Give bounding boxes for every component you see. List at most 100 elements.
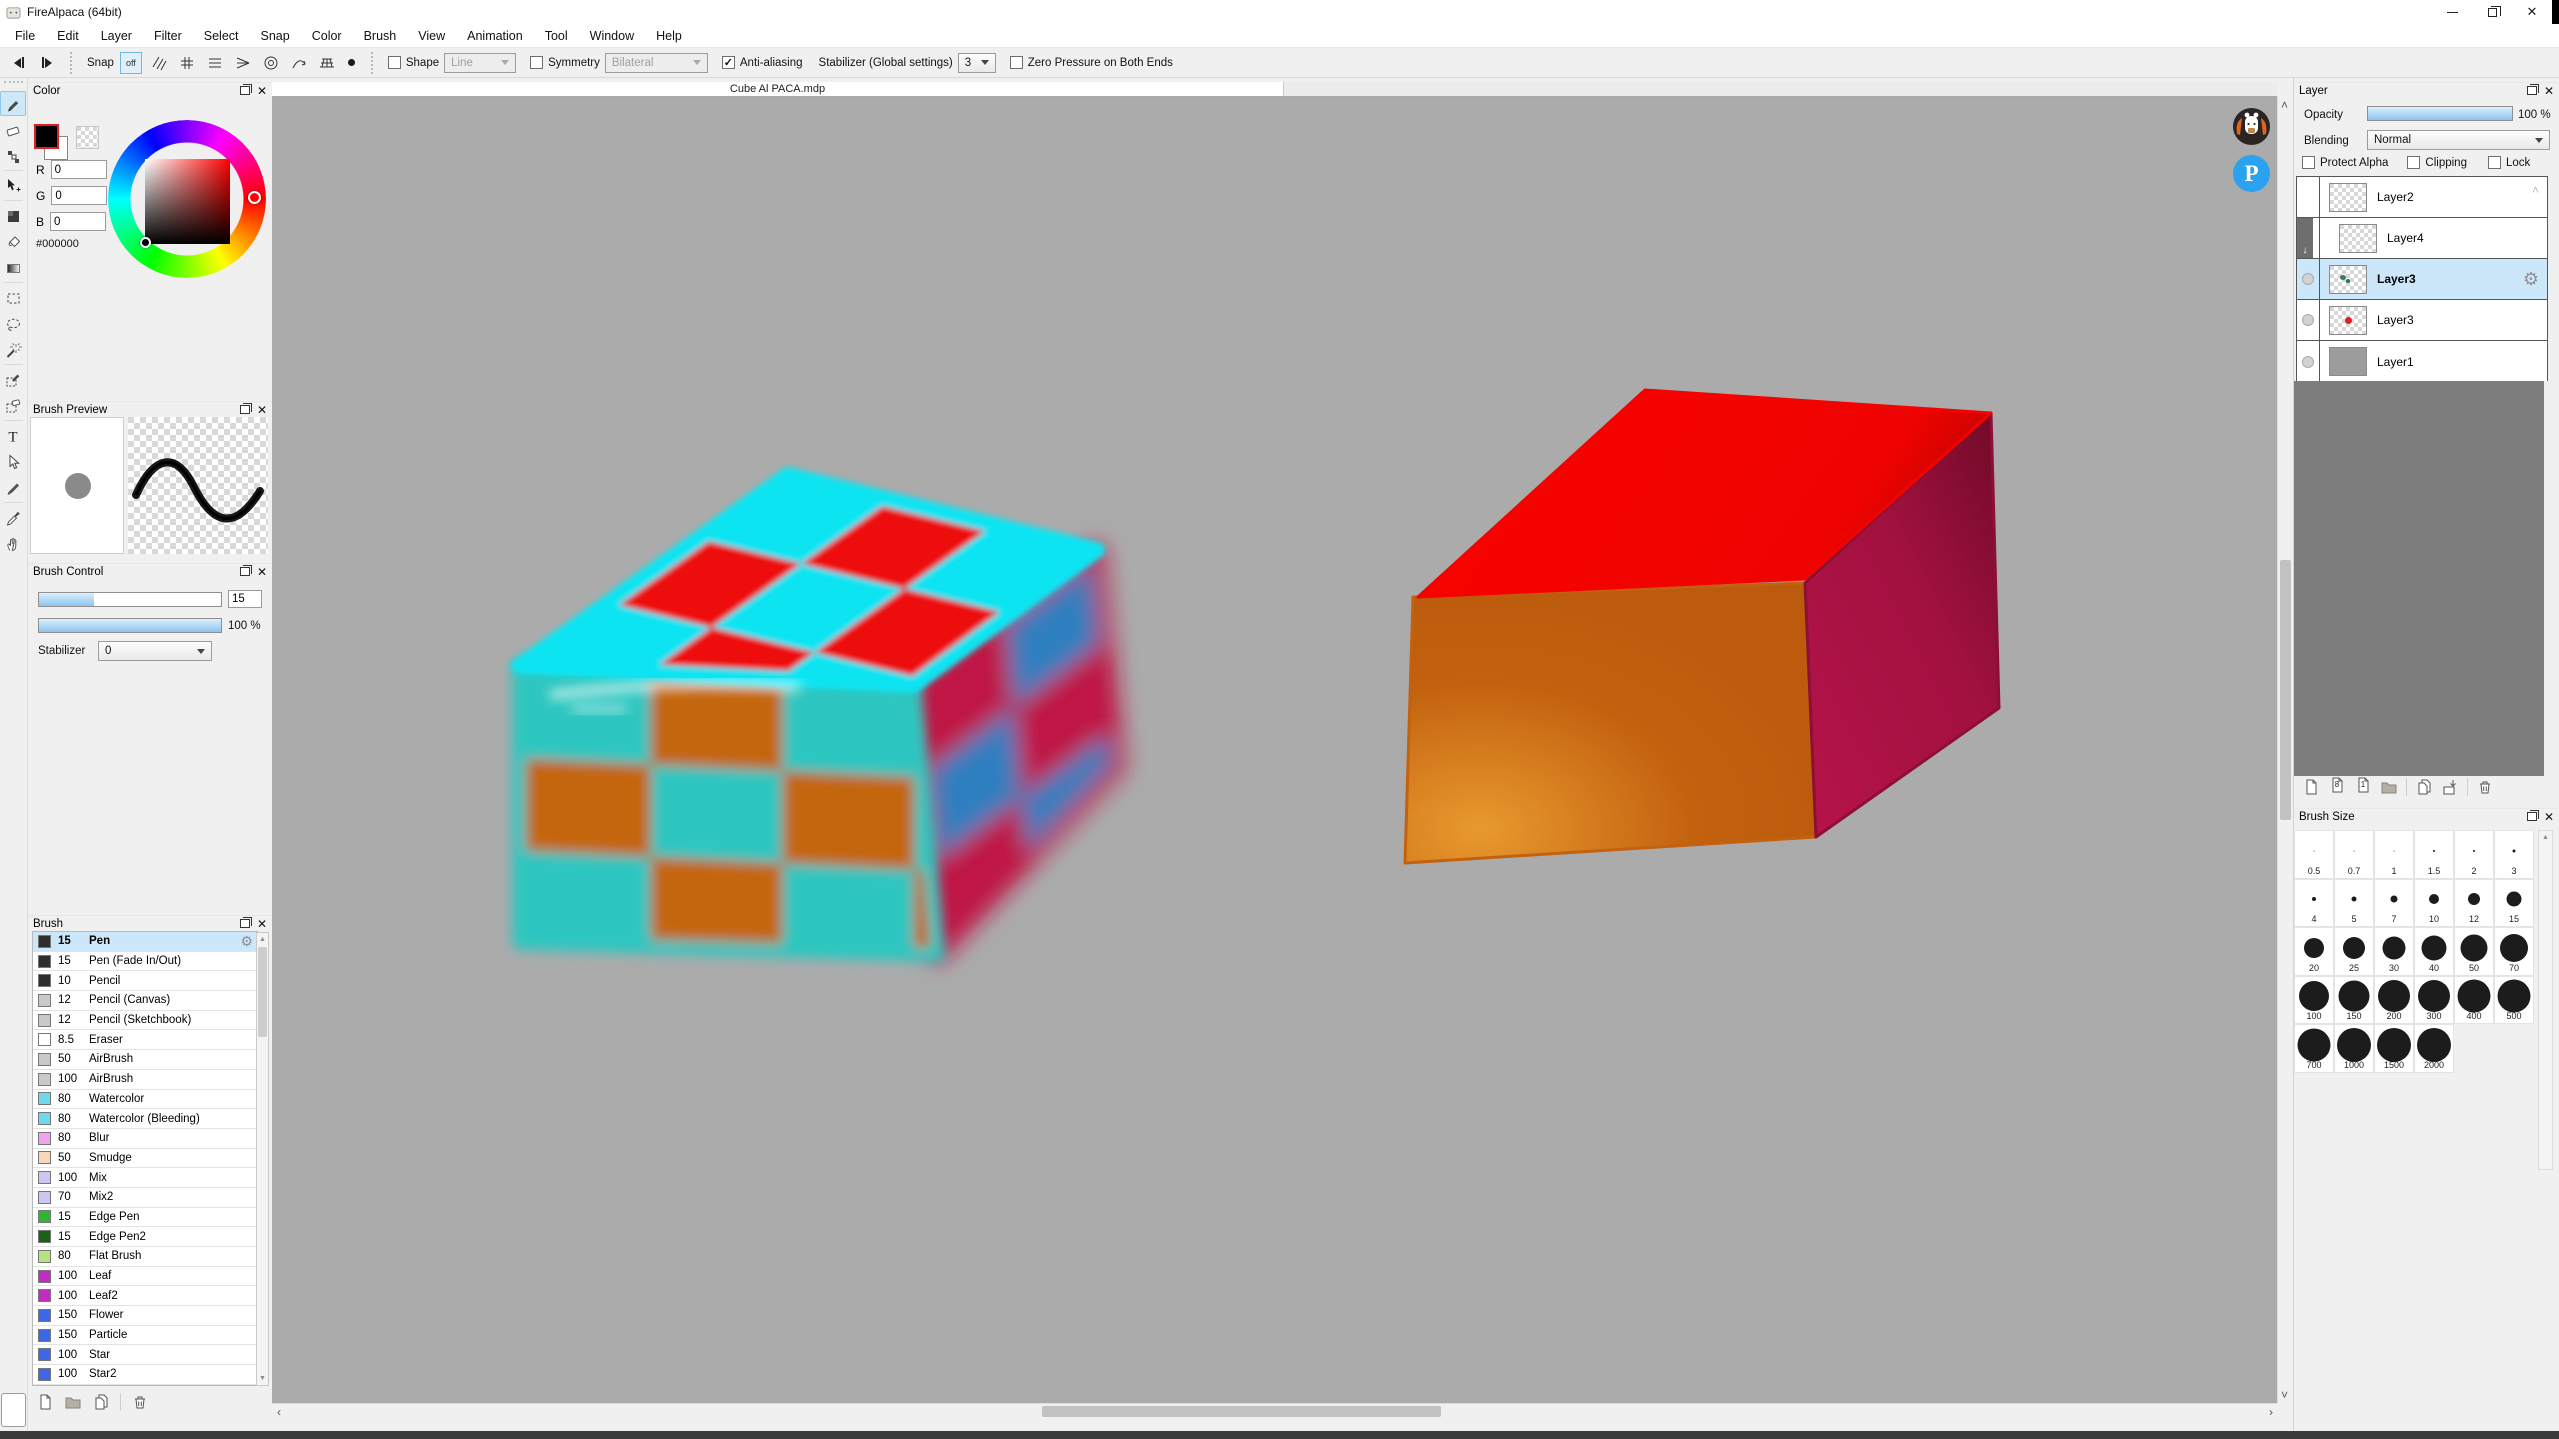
brush-row-0[interactable]: 15Pen⚙ <box>33 932 257 952</box>
blending-select[interactable]: Normal <box>2367 130 2550 150</box>
tool-brush[interactable] <box>0 475 26 500</box>
hscrollbar-thumb[interactable] <box>1042 1406 1441 1417</box>
brush-size-cell-2000[interactable]: 2000 <box>2414 1024 2454 1073</box>
close-panel-button[interactable]: ✕ <box>257 405 267 415</box>
layer-settings-gear-icon[interactable]: ⚙ <box>2523 269 2539 290</box>
zero-pressure-checkbox[interactable] <box>1010 56 1023 69</box>
protect-alpha-checkbox[interactable] <box>2302 156 2315 169</box>
brush-size-cell-30[interactable]: 30 <box>2374 927 2414 976</box>
collapse-left-panel-button[interactable] <box>8 53 30 73</box>
brush-row-11[interactable]: 50Smudge <box>33 1149 257 1169</box>
g-input[interactable] <box>51 186 107 205</box>
brush-row-21[interactable]: 100Star <box>33 1345 257 1365</box>
scroll-up-icon[interactable]: ˄ <box>2281 97 2288 113</box>
brush-opacity-slider[interactable] <box>38 618 222 633</box>
antialiasing-checkbox[interactable] <box>722 56 735 69</box>
brush-row-1[interactable]: 15Pen (Fade In/Out) <box>33 952 257 972</box>
brush-list-scrollbar[interactable]: ▲ ▼ <box>256 932 269 1386</box>
add-layer-button[interactable] <box>2302 778 2320 796</box>
scroll-left-icon[interactable]: ‹ <box>277 1404 281 1420</box>
brush-size-cell-1500[interactable]: 1500 <box>2374 1024 2414 1073</box>
tool-fill-rect[interactable] <box>0 203 26 228</box>
menu-item-help[interactable]: Help <box>645 26 693 46</box>
brush-size-cell-10[interactable]: 10 <box>2414 879 2454 928</box>
snap-off-button[interactable]: off <box>120 52 142 74</box>
hue-marker[interactable] <box>248 191 261 204</box>
layer-row-3[interactable]: Layer3 <box>2297 300 2547 341</box>
brush-row-4[interactable]: 12Pencil (Sketchbook) <box>33 1011 257 1031</box>
brush-size-cell-15[interactable]: 15 <box>2494 879 2534 928</box>
menu-item-window[interactable]: Window <box>579 26 645 46</box>
brush-size-value[interactable]: 15 <box>228 590 262 608</box>
scroll-down-icon[interactable]: ˅ <box>2281 1387 2288 1403</box>
tool-select-rect[interactable] <box>0 285 26 310</box>
brush-size-scrollbar[interactable]: ▲ <box>2538 830 2553 1170</box>
brush-row-8[interactable]: 80Watercolor <box>33 1090 257 1110</box>
menu-item-view[interactable]: View <box>407 26 456 46</box>
brush-size-cell-1000[interactable]: 1000 <box>2334 1024 2374 1073</box>
canvas[interactable]: P <box>272 97 2277 1403</box>
menu-item-tool[interactable]: Tool <box>534 26 579 46</box>
foreground-color-swatch[interactable] <box>34 124 59 149</box>
merge-layer-button[interactable] <box>2441 778 2459 796</box>
brush-size-cell-4[interactable]: 4 <box>2294 879 2334 928</box>
menu-item-snap[interactable]: Snap <box>250 26 301 46</box>
brush-size-cell-3[interactable]: 3 <box>2494 830 2534 879</box>
visibility-dot-icon[interactable] <box>2302 273 2314 285</box>
brush-size-cell-150[interactable]: 150 <box>2334 976 2374 1025</box>
brush-row-18[interactable]: 100Leaf2 <box>33 1286 257 1306</box>
collapse-right-panel-button[interactable] <box>36 53 58 73</box>
scroll-up-icon[interactable]: ▲ <box>257 933 268 946</box>
close-panel-button[interactable]: ✕ <box>2544 812 2554 822</box>
scroll-right-icon[interactable]: › <box>2269 1404 2273 1420</box>
brush-row-22[interactable]: 100Star2 <box>33 1365 257 1385</box>
r-input[interactable] <box>51 160 107 179</box>
firealpaca-badge[interactable] <box>2233 108 2270 145</box>
brush-size-cell-400[interactable]: 400 <box>2454 976 2494 1025</box>
brush-folder-button[interactable] <box>64 1393 82 1411</box>
menu-item-animation[interactable]: Animation <box>456 26 534 46</box>
float-panel-button[interactable] <box>240 405 250 414</box>
tool-operation[interactable] <box>0 449 26 474</box>
brush-row-17[interactable]: 100Leaf <box>33 1267 257 1287</box>
snap-horizontal-button[interactable] <box>204 52 226 74</box>
close-panel-button[interactable]: ✕ <box>257 86 267 96</box>
layer-visibility-cell[interactable] <box>2297 341 2320 382</box>
duplicate-layer-button[interactable] <box>2415 778 2433 796</box>
float-panel-button[interactable] <box>240 86 250 95</box>
layer-scroll-up-icon[interactable]: ˄ <box>2532 182 2539 198</box>
minimize-button[interactable] <box>2432 0 2472 24</box>
menu-item-layer[interactable]: Layer <box>90 26 143 46</box>
close-panel-button[interactable]: ✕ <box>257 919 267 929</box>
brush-size-cell-0.5[interactable]: 0.5 <box>2294 830 2334 879</box>
close-button[interactable]: ✕ <box>2512 0 2552 24</box>
snap-perspective-button[interactable] <box>316 52 338 74</box>
add-brush-button[interactable] <box>36 1393 54 1411</box>
tool-pen[interactable] <box>0 91 26 116</box>
document-tab[interactable]: Cube Al PACA.mdp <box>272 82 1284 96</box>
tool-eraser[interactable] <box>0 117 26 142</box>
brush-size-cell-1.5[interactable]: 1.5 <box>2414 830 2454 879</box>
visibility-dot-icon[interactable] <box>2302 314 2314 326</box>
brush-row-7[interactable]: 100AirBrush <box>33 1070 257 1090</box>
brush-row-15[interactable]: 15Edge Pen2 <box>33 1227 257 1247</box>
tool-eyedropper[interactable] <box>0 505 26 530</box>
float-panel-button[interactable] <box>2527 812 2537 821</box>
brush-size-cell-70[interactable]: 70 <box>2494 927 2534 976</box>
brush-size-cell-25[interactable]: 25 <box>2334 927 2374 976</box>
close-panel-button[interactable]: ✕ <box>2544 86 2554 96</box>
brush-size-cell-12[interactable]: 12 <box>2454 879 2494 928</box>
tool-select-eraser[interactable] <box>0 393 26 418</box>
snap-grid-button[interactable] <box>176 52 198 74</box>
layer-row-4[interactable]: Layer1 <box>2297 341 2547 382</box>
add-8bit-layer-button[interactable]: 8 <box>2328 776 2346 797</box>
brush-size-cell-200[interactable]: 200 <box>2374 976 2414 1025</box>
tool-hand[interactable] <box>0 531 26 556</box>
snap-radial-button[interactable] <box>260 52 282 74</box>
scrollbar-thumb[interactable] <box>258 947 267 1037</box>
symmetry-type-select[interactable]: Bilateral <box>605 53 708 73</box>
lock-checkbox[interactable] <box>2488 156 2501 169</box>
sv-marker[interactable] <box>140 237 151 248</box>
stabilizer-global-select[interactable]: 3 <box>958 53 996 73</box>
menu-item-edit[interactable]: Edit <box>46 26 90 46</box>
